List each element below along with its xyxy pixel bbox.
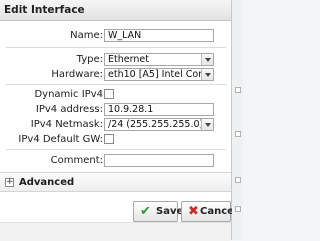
advanced-label: Advanced — [19, 177, 75, 188]
save-button-label: Save — [156, 206, 184, 217]
section-divider — [6, 47, 226, 48]
comment-label: Comment: — [50, 155, 103, 166]
dialog-footer — [0, 222, 231, 241]
ipv4-netmask-label: IPv4 Netmask: — [30, 119, 103, 130]
background-checkbox-fragment — [235, 206, 241, 212]
ipv4-netmask-value: /24 (255.255.255.0) — [108, 119, 204, 130]
background-checkbox-fragment — [235, 87, 241, 93]
close-x-icon: ✖ — [188, 204, 199, 219]
background-panel-edge — [232, 0, 243, 240]
save-button[interactable]: ✔ Save — [133, 201, 183, 222]
section-divider — [6, 149, 226, 150]
section-divider — [6, 84, 226, 85]
dialog-title: Edit Interface — [4, 4, 85, 16]
cancel-button[interactable]: ✖ Cancel — [181, 201, 237, 222]
background-checkbox-fragment — [235, 177, 241, 183]
hardware-select[interactable]: eth10 [A5] Intel Corpora — [104, 68, 214, 81]
ipv4-address-label: IPv4 address: — [35, 104, 103, 115]
background-checkbox-fragment — [235, 131, 241, 137]
type-label: Type: — [76, 54, 103, 65]
ipv4-default-gw-checkbox[interactable] — [104, 134, 114, 144]
ipv4-netmask-select[interactable]: /24 (255.255.255.0) — [104, 118, 214, 131]
dynamic-ipv4-label: Dynamic IPv4 — [34, 89, 103, 100]
hardware-label: Hardware: — [51, 69, 103, 80]
checkmark-icon: ✔ — [140, 204, 151, 219]
comment-input[interactable] — [104, 154, 214, 167]
expand-plus-icon[interactable]: + — [5, 178, 14, 187]
name-input[interactable]: W_LAN — [104, 29, 214, 42]
ipv4-default-gw-label: IPv4 Default GW: — [18, 134, 103, 145]
chevron-down-icon[interactable] — [201, 54, 213, 65]
chevron-down-icon[interactable] — [201, 69, 213, 80]
edit-interface-dialog: Edit Interface Name: W_LAN Type: Etherne… — [0, 0, 237, 241]
type-select[interactable]: Ethernet — [104, 53, 214, 66]
name-label: Name: — [70, 30, 103, 41]
dialog-title-bar[interactable]: Edit Interface — [0, 0, 231, 21]
advanced-section-header[interactable]: + Advanced — [0, 172, 231, 192]
hardware-select-value: eth10 [A5] Intel Corpora — [108, 69, 214, 80]
type-select-value: Ethernet — [108, 54, 149, 65]
ipv4-address-input[interactable]: 10.9.28.1 — [104, 103, 214, 116]
dynamic-ipv4-checkbox[interactable] — [104, 89, 114, 99]
chevron-down-icon[interactable] — [201, 119, 213, 130]
